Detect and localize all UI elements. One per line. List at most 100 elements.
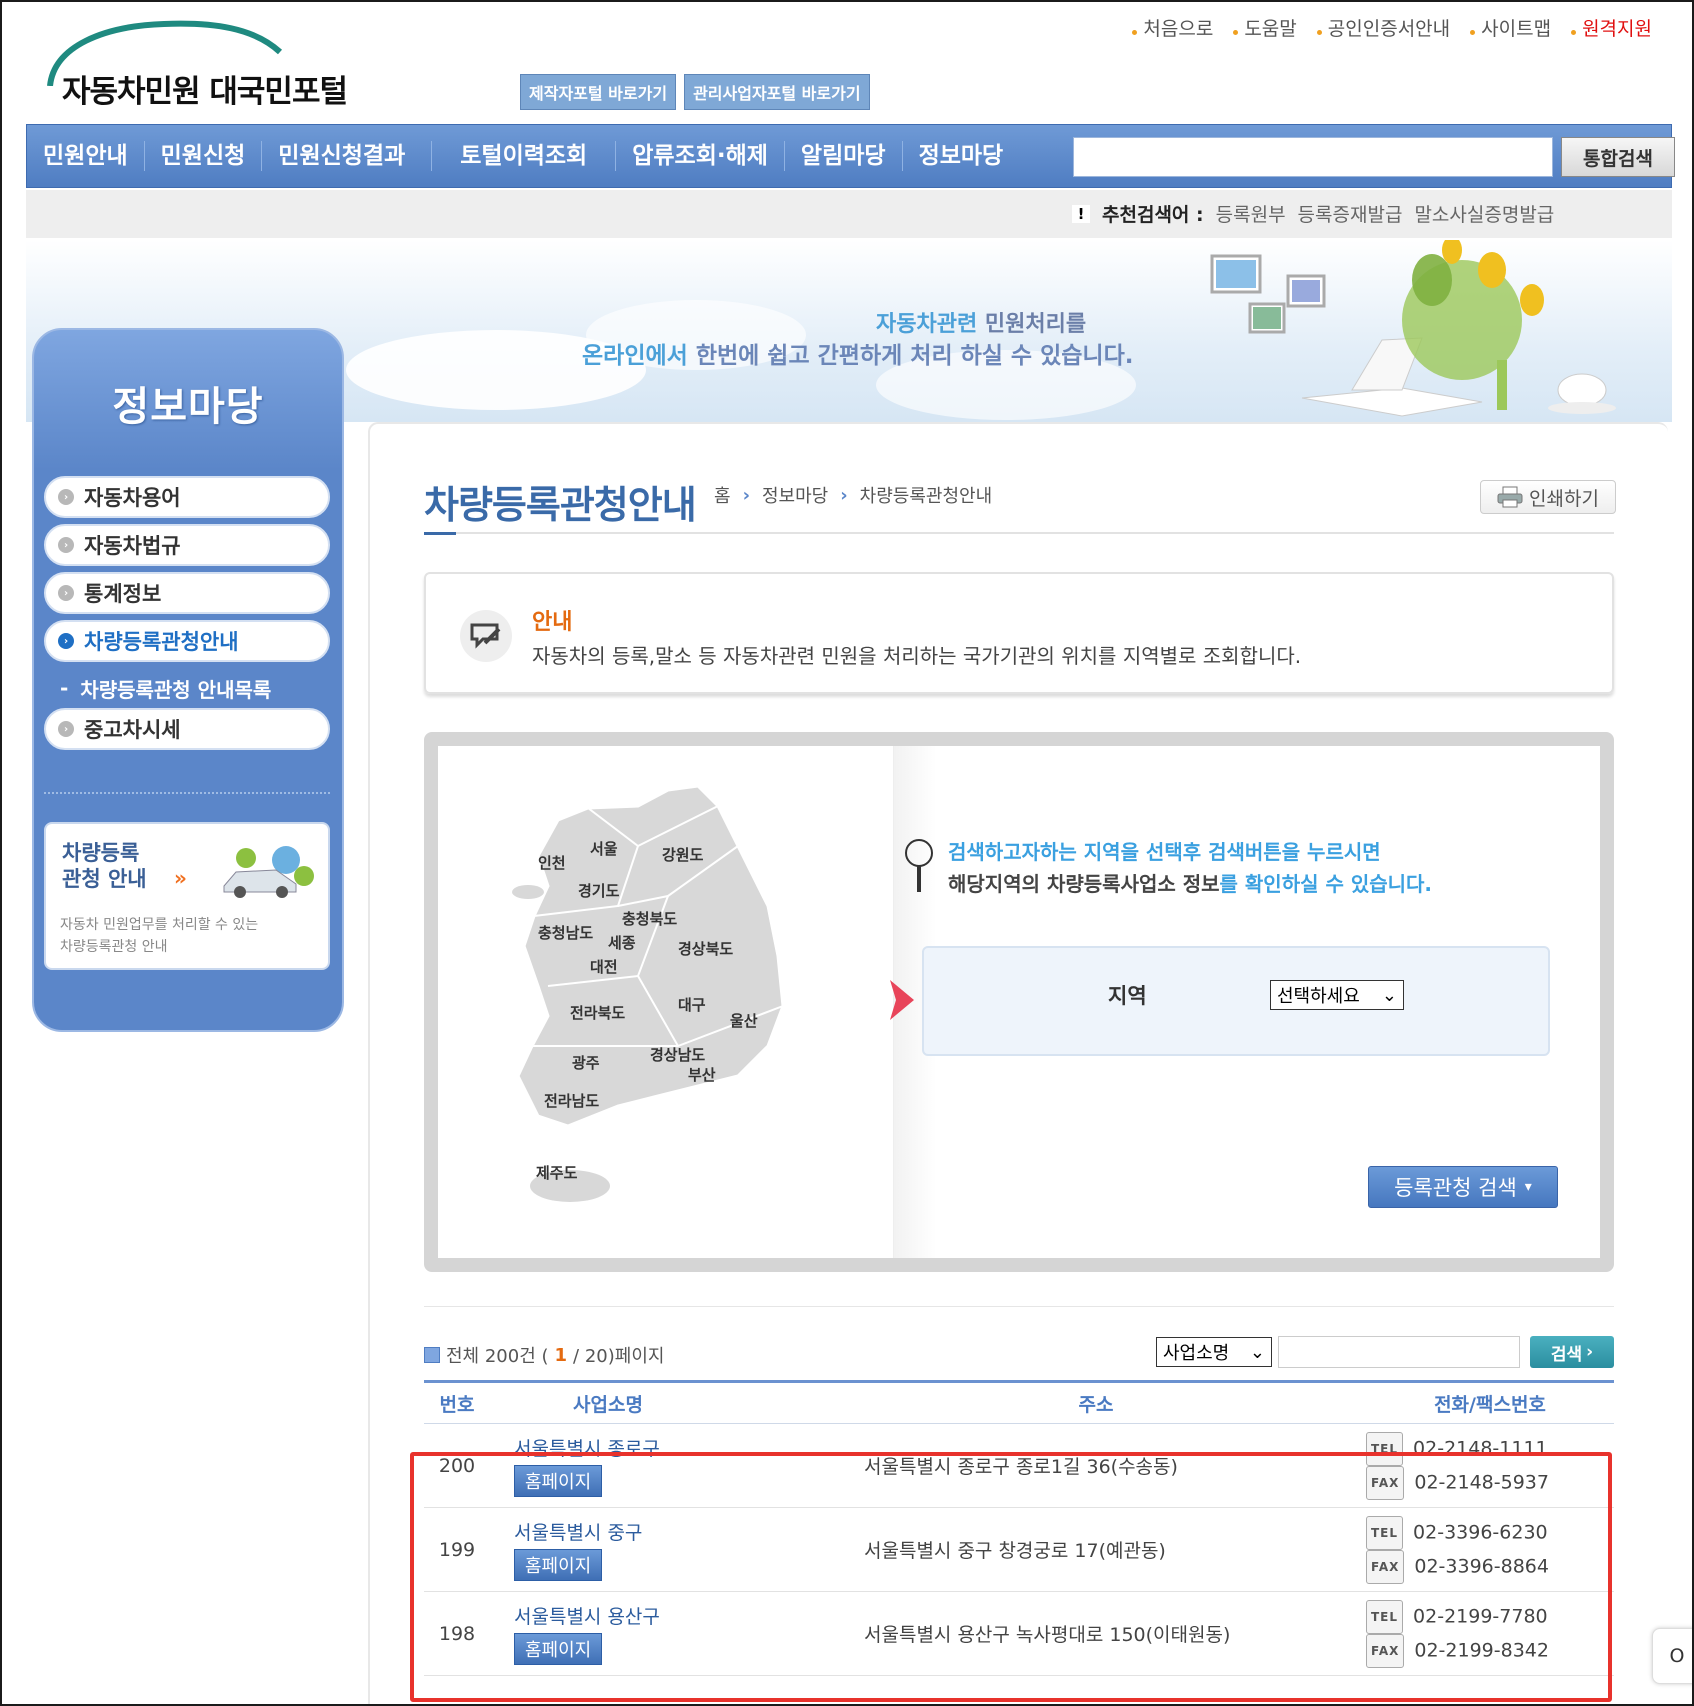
breadcrumb-info[interactable]: 정보마당 [762,482,828,508]
sidebar-subitem-office-list[interactable]: - 차량등록관청 안내목록 [44,668,330,708]
map-region-sejong[interactable]: 세종 [608,932,636,953]
notice-text: 자동차의 등록,말소 등 자동차관련 민원을 처리하는 국가기관의 위치를 지역… [532,644,1302,668]
banner-slogan-line1: 자동차관련 민원처리를 [876,312,1087,337]
nav-notice[interactable]: 알림마당 [785,141,903,171]
office-name-link[interactable]: 서울특별시 중구 [514,1518,826,1545]
table-row: 199 서울특별시 중구 홈페이지 서울특별시 중구 창경궁로 17(예관동) T… [424,1508,1614,1592]
site-logo[interactable]: 자동차민원 대국민포털 [44,16,374,112]
nav-civil-guide[interactable]: 민원안내 [27,141,145,171]
chevron-down-icon: ⌄ [1249,1341,1265,1363]
recommend-keyword[interactable]: 등록원부 [1216,200,1286,227]
nav-info[interactable]: 정보마당 [903,141,1020,171]
integrated-search-input[interactable] [1073,137,1553,177]
page-title: 차량등록관청안내 [424,483,697,527]
search-field-select[interactable]: 사업소명 ⌄ [1156,1337,1272,1367]
sidebar-item-used-car-price[interactable]: › 중고차시세 [44,708,330,750]
circle-arrow-icon: › [58,489,74,505]
korea-map-icon [512,784,785,1202]
breadcrumb-current: 차량등록관청안내 [859,486,993,507]
sidebar-item-car-terms[interactable]: › 자동차용어 [44,476,330,518]
speech-pencil-icon [460,610,512,662]
sidebar-title: 정보마당 [112,384,264,430]
office-name-link[interactable]: 서울특별시 용산구 [514,1602,826,1629]
map-region-gyeongnam[interactable]: 경상남도 [650,1044,705,1065]
util-link-certificate[interactable]: 공인인증서안내 [1316,14,1450,41]
map-region-busan[interactable]: 부산 [688,1064,716,1085]
management-portal-button[interactable]: 관리사업자포털 바로가기 [684,74,870,110]
row-contact: TEL 02-3396-6230 FAX 02-3396-8864 [1366,1515,1614,1584]
tel-icon: TEL [1366,1515,1404,1550]
map-region-ulsan[interactable]: 울산 [730,1010,758,1031]
table-row: 200 서울특별시 종로구 홈페이지 서울특별시 종로구 종로1길 36(수송동)… [424,1424,1614,1508]
nav-civil-result[interactable]: 민원신청결과 [262,141,433,171]
header-address: 주소 [1078,1393,1114,1416]
map-region-gwangju[interactable]: 광주 [572,1052,600,1073]
list-search: 사업소명 ⌄ 검색 › [1156,1336,1614,1368]
korea-map: 서울 인천 강원도 경기도 충청북도 충청남도 세종 경상북도 대전 전라북도 … [438,746,894,1258]
nav-total-history[interactable]: 토털이력조회 [432,141,617,171]
notice-title: 안내 [532,610,573,635]
browser-page: 처음으로 도움말 공인인증서안내 사이트맵 원격지원 자동차민원 대국민포털 제… [0,0,1694,1706]
side-floating-tab[interactable]: O [1652,1628,1692,1684]
list-search-button[interactable]: 검색 › [1530,1336,1614,1368]
homepage-button[interactable]: 홈페이지 [514,1549,603,1581]
logo-text: 자동차민원 대국민포털 [62,74,348,110]
main-content: 차량등록관청안내 홈 › 정보마당 › 차량등록관청안내 인쇄하기 안내 자동차… [368,422,1668,1704]
util-link-remote-support[interactable]: 원격지원 [1571,14,1652,41]
region-select-box: 지역 선택하세요 ⌄ [922,946,1550,1056]
map-region-daejeon[interactable]: 대전 [590,956,618,977]
chevron-right-icon [890,980,914,1020]
map-region-jeonbuk[interactable]: 전라북도 [570,1002,625,1023]
map-region-jeju[interactable]: 제주도 [536,1162,577,1183]
search-hint: 검색하고자하는 지역을 선택후 검색버튼을 누르시면 해당지역의 차량등록사업소… [905,836,1432,900]
registration-office-search-button[interactable]: 등록관청 검색 ▾ [1368,1166,1558,1208]
chevron-down-icon: ▾ [1524,1179,1532,1195]
tel-icon: TEL [1366,1431,1404,1466]
region-select[interactable]: 선택하세요 ⌄ [1270,980,1404,1010]
recommend-keyword[interactable]: 말소사실증명발급 [1414,200,1554,227]
row-contact: TEL 02-2199-7780 FAX 02-2199-8342 [1366,1599,1614,1668]
map-region-daegu[interactable]: 대구 [678,994,706,1015]
map-region-chungbuk[interactable]: 충청북도 [622,908,677,929]
exclamation-icon: ! [1072,204,1090,223]
homepage-button[interactable]: 홈페이지 [514,1633,603,1665]
region-search-panel: 서울 인천 강원도 경기도 충청북도 충청남도 세종 경상북도 대전 전라북도 … [424,732,1614,1272]
recommend-keyword[interactable]: 등록증재발급 [1298,200,1403,227]
breadcrumb: 홈 › 정보마당 › 차량등록관청안내 [714,482,992,508]
util-link-home[interactable]: 처음으로 [1132,14,1213,41]
registration-office-promo[interactable]: 차량등록 관청 안내 » 자동차 민원업무를 처리할 수 있는 차량등록관청 안내 [44,822,330,970]
chevron-right-icon: › [840,484,848,506]
car-gear-icon [223,846,314,898]
double-chevron-icon: » [174,866,187,890]
nav-seizure[interactable]: 압류조회·해제 [616,141,785,171]
banner-slogan-line2: 온라인에서 한번에 쉽고 간편하게 처리 하실 수 있습니다. [582,343,1134,369]
homepage-button[interactable]: 홈페이지 [514,1465,603,1497]
map-region-seoul[interactable]: 서울 [590,838,618,859]
map-region-gangwon[interactable]: 강원도 [662,844,703,865]
sidebar-item-car-laws[interactable]: › 자동차법규 [44,524,330,566]
nav-civil-apply[interactable]: 민원신청 [145,141,263,171]
map-region-incheon[interactable]: 인천 [538,852,566,873]
print-button[interactable]: 인쇄하기 [1480,480,1616,514]
promo-description: 자동차 민원업무를 처리할 수 있는 차량등록관청 안내 [60,917,259,955]
maker-portal-button[interactable]: 제작자포털 바로가기 [520,74,677,110]
row-no: 200 [438,1454,476,1477]
breadcrumb-home[interactable]: 홈 [714,482,731,508]
util-link-help[interactable]: 도움말 [1233,14,1297,41]
sidebar-item-registration-office[interactable]: › 차량등록관청안내 [44,620,330,662]
row-no: 199 [438,1538,476,1561]
title-underline [424,532,1614,535]
map-region-gyeongbuk[interactable]: 경상북도 [678,938,733,959]
promo-title: 차량등록 관청 안내 [62,841,147,891]
map-region-gyeonggi[interactable]: 경기도 [578,880,619,901]
row-address: 서울특별시 용산구 녹사평대로 150(이태원동) [864,1624,1231,1646]
integrated-search-button[interactable]: 통합검색 [1561,137,1675,177]
office-name-link[interactable]: 서울특별시 종로구 [514,1434,826,1461]
list-search-input[interactable] [1278,1336,1520,1368]
office-table: 번호 사업소명 주소 전화/팩스번호 200 서울특별시 종로구 홈페이지 서울특… [424,1380,1614,1676]
map-region-chungnam[interactable]: 충청남도 [538,922,593,943]
tel-icon: TEL [1366,1599,1404,1634]
sidebar-item-statistics[interactable]: › 통계정보 [44,572,330,614]
map-region-jeonnam[interactable]: 전라남도 [544,1090,599,1111]
util-link-sitemap[interactable]: 사이트맵 [1470,14,1551,41]
